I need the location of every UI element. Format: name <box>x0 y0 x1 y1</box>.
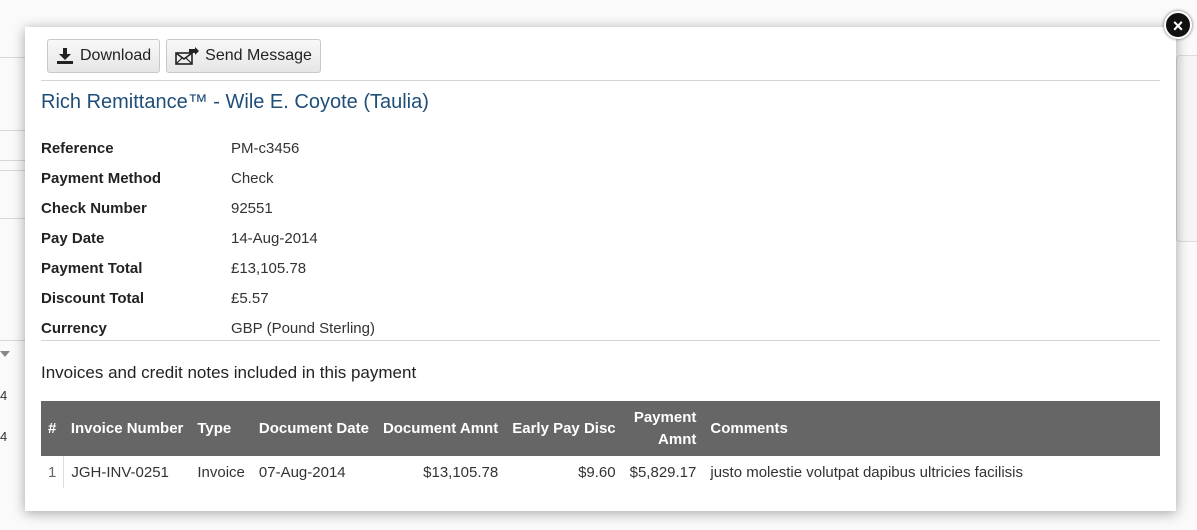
column-header-comments[interactable]: Comments <box>703 401 1160 456</box>
detail-row-discount-total: Discount Total £5.57 <box>41 283 375 313</box>
column-header-payment-amnt-line2: Amnt <box>658 430 697 448</box>
download-button[interactable]: Download <box>47 39 161 73</box>
table-header-row: # Invoice Number Type Document Date Docu… <box>41 401 1160 456</box>
detail-row-reference: Reference PM-c3456 <box>41 133 375 163</box>
column-header-invoice-number[interactable]: Invoice Number <box>63 401 191 456</box>
detail-label: Payment Total <box>41 259 143 277</box>
send-message-label: Send Message <box>205 47 312 64</box>
detail-row-currency: Currency GBP (Pound Sterling) <box>41 313 375 343</box>
column-header-number[interactable]: # <box>41 401 64 456</box>
detail-row-pay-date: Pay Date 14-Aug-2014 <box>41 223 375 253</box>
details-divider <box>41 340 1160 341</box>
remittance-modal: Download Send Message Rich Remittance™ -… <box>25 27 1176 511</box>
cell-payment-amnt: $5,829.17 <box>629 463 697 481</box>
send-message-icon <box>175 47 200 65</box>
cell-number: 1 <box>41 456 65 488</box>
column-header-document-amnt[interactable]: Document Amnt <box>375 401 506 456</box>
download-icon <box>56 48 74 64</box>
cell-document-date: 07-Aug-2014 <box>258 463 346 481</box>
download-label: Download <box>80 47 152 64</box>
column-header-payment-amnt-line1: Payment <box>633 408 697 426</box>
background-divider <box>0 57 25 58</box>
detail-value: Check <box>231 169 274 187</box>
toolbar-divider <box>41 80 1160 81</box>
detail-value: 92551 <box>231 199 273 217</box>
detail-label: Reference <box>41 139 114 157</box>
detail-label: Check Number <box>41 199 147 217</box>
close-icon[interactable]: × <box>1164 11 1192 39</box>
detail-label: Pay Date <box>41 229 105 247</box>
invoice-number-link[interactable]: JGH-INV-0251 <box>64 456 191 488</box>
cell-document-amnt: $13,105.78 <box>423 463 499 481</box>
background-side-panel <box>1176 55 1197 242</box>
background-row-value: 4 <box>0 429 8 444</box>
background-sort-caret-icon <box>0 351 10 357</box>
payment-details: Reference PM-c3456 Payment Method Check … <box>41 133 375 343</box>
detail-row-check-number: Check Number 92551 <box>41 193 375 223</box>
cell-early-pay-disc: $9.60 <box>578 463 616 481</box>
detail-label: Discount Total <box>41 289 145 307</box>
modal-toolbar: Download Send Message <box>47 39 321 73</box>
send-message-button[interactable]: Send Message <box>166 39 321 73</box>
invoices-heading: Invoices and credit notes included in th… <box>41 363 417 382</box>
column-header-early-pay-disc[interactable]: Early Pay Disc <box>505 401 623 456</box>
detail-label: Payment Method <box>41 169 162 187</box>
background-divider <box>0 218 25 219</box>
detail-row-payment-method: Payment Method Check <box>41 163 375 193</box>
background-divider <box>0 160 25 161</box>
detail-value: £13,105.78 <box>231 259 307 277</box>
background-divider <box>0 170 25 171</box>
detail-value: £5.57 <box>231 289 269 307</box>
detail-row-payment-total: Payment Total £13,105.78 <box>41 253 375 283</box>
background-row-value: 4 <box>0 388 8 403</box>
detail-value: 14-Aug-2014 <box>231 229 318 247</box>
cell-type: Invoice <box>197 463 245 481</box>
background-divider <box>0 130 25 131</box>
column-header-document-date[interactable]: Document Date <box>251 401 376 456</box>
table-row: 1 JGH-INV-0251 Invoice 07-Aug-2014 $13,1… <box>41 456 1160 488</box>
detail-value: PM-c3456 <box>231 139 300 157</box>
column-header-payment-amnt[interactable]: Payment Amnt <box>622 401 704 456</box>
background-divider <box>0 340 25 341</box>
detail-label: Currency <box>41 319 107 337</box>
cell-comments: justo molestie volutpat dapibus ultricie… <box>710 463 1024 481</box>
column-header-type[interactable]: Type <box>190 401 252 456</box>
page-title: Rich Remittance™ - Wile E. Coyote (Tauli… <box>41 91 429 113</box>
detail-value: GBP (Pound Sterling) <box>231 319 375 337</box>
invoices-table: # Invoice Number Type Document Date Docu… <box>41 401 1160 488</box>
